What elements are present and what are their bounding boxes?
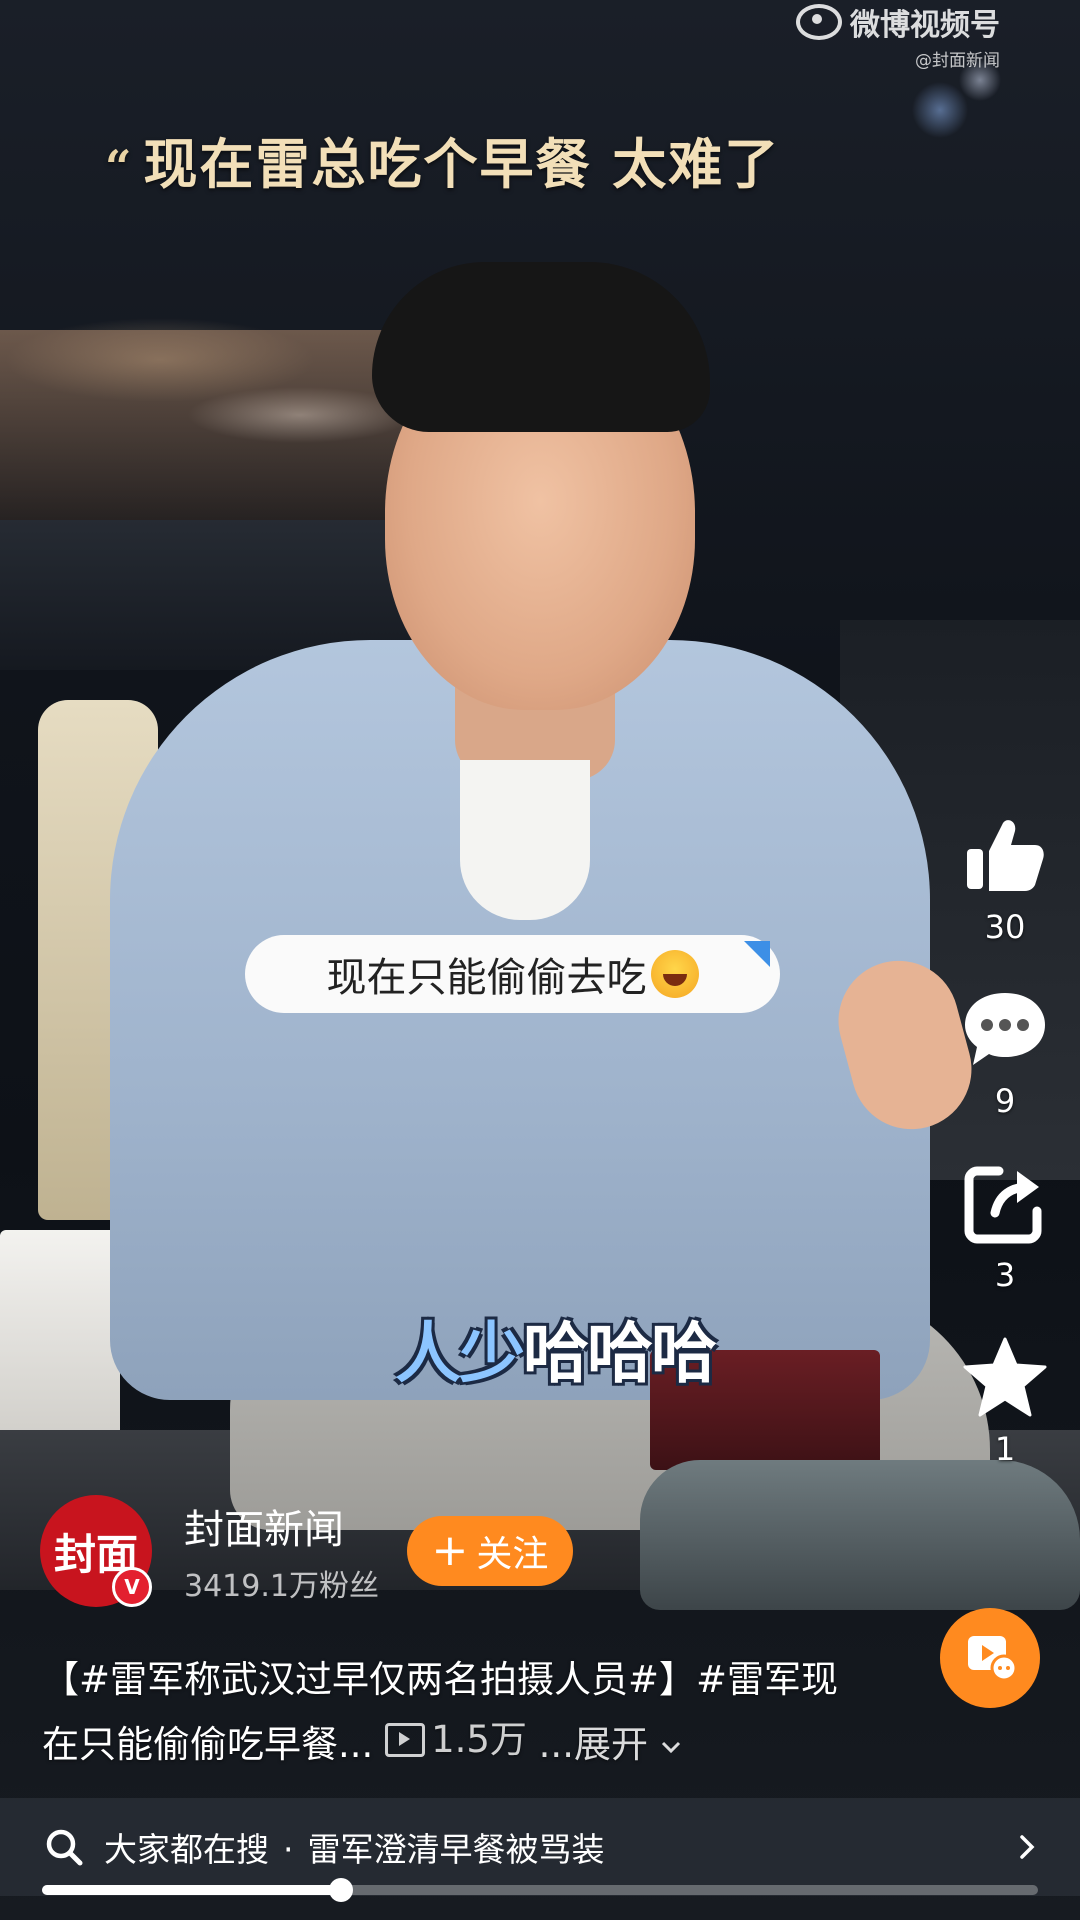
weibo-logo: 微博视频号 bbox=[796, 0, 1000, 44]
laughing-emoji-icon bbox=[650, 950, 699, 998]
person-hair bbox=[372, 262, 710, 432]
bubble-corner-mark bbox=[744, 941, 770, 967]
caption-highlight: 人少 bbox=[395, 1315, 525, 1392]
comment-count: 9 bbox=[994, 1082, 1016, 1120]
progress-fill bbox=[42, 1885, 341, 1895]
search-separator: · bbox=[283, 1830, 294, 1869]
caption-text: 哈哈哈 bbox=[523, 1315, 717, 1392]
expand-link[interactable]: ...展开 bbox=[539, 1723, 682, 1766]
video-progress-bar[interactable] bbox=[42, 1878, 1038, 1902]
author-row: 封面 V 封面新闻 3419.1万粉丝 + 关注 bbox=[40, 1495, 573, 1607]
comment-button[interactable]: 9 bbox=[950, 984, 1060, 1120]
like-button[interactable]: 30 bbox=[950, 810, 1060, 946]
paper-bag bbox=[0, 1230, 120, 1450]
thumbs-up-icon bbox=[960, 810, 1050, 900]
watermark-source: @封面新闻 bbox=[915, 51, 1000, 71]
verified-badge: V bbox=[112, 1567, 152, 1607]
video-record-button[interactable] bbox=[940, 1608, 1040, 1708]
search-query: 雷军澄清早餐被骂装 bbox=[307, 1830, 605, 1869]
share-arrow-icon bbox=[960, 1158, 1050, 1248]
video-record-icon bbox=[962, 1628, 1018, 1688]
chat-bubble-icon bbox=[960, 984, 1050, 1074]
trending-search-bar[interactable]: 大家都在搜 · 雷军澄清早餐被骂装 bbox=[0, 1798, 1080, 1896]
watermark: 微博视频号 @封面新闻 bbox=[796, 0, 1000, 71]
view-count-value: 1.5万 bbox=[431, 1718, 527, 1761]
share-count: 3 bbox=[994, 1256, 1016, 1294]
author-fans: 3419.1万粉丝 bbox=[184, 1569, 379, 1604]
chevron-down-icon bbox=[661, 1741, 680, 1753]
play-count-icon bbox=[385, 1723, 426, 1757]
search-icon bbox=[46, 1829, 83, 1866]
post-description[interactable]: 【#雷军称武汉过早仅两名拍摄人员#】#雷军现在只能偷偷吃早餐... 1.5万 .… bbox=[42, 1650, 842, 1775]
quote-text: 现在雷总吃个早餐 太难了 bbox=[143, 132, 781, 196]
star-icon bbox=[960, 1332, 1050, 1422]
favorite-count: 1 bbox=[994, 1430, 1016, 1468]
expand-label: ...展开 bbox=[538, 1723, 648, 1766]
video-caption: 人少哈哈哈 bbox=[395, 1300, 717, 1396]
search-prefix: 大家都在搜 bbox=[104, 1830, 269, 1869]
avatar[interactable]: 封面 V bbox=[40, 1495, 152, 1607]
progress-handle[interactable] bbox=[328, 1878, 353, 1902]
like-count: 30 bbox=[984, 908, 1026, 946]
share-button[interactable]: 3 bbox=[950, 1158, 1060, 1294]
weibo-eye-icon bbox=[796, 4, 842, 40]
quote-mark: “ bbox=[105, 140, 134, 194]
follow-label: 关注 bbox=[476, 1534, 549, 1575]
favorite-button[interactable]: 1 bbox=[950, 1332, 1060, 1468]
search-text: 大家都在搜 · 雷军澄清早餐被骂装 bbox=[104, 1823, 1014, 1871]
action-column: 30 9 3 1 bbox=[950, 810, 1060, 1506]
danmaku-text: 现在只能偷偷去吃 bbox=[326, 955, 647, 1001]
view-count: 1.5万 bbox=[385, 1710, 527, 1770]
danmaku-bubble[interactable]: 现在只能偷偷去吃 bbox=[245, 935, 780, 1013]
plus-icon: + bbox=[431, 1525, 469, 1576]
background-wall bbox=[0, 330, 420, 530]
author-name[interactable]: 封面新闻 bbox=[184, 1497, 379, 1555]
video-quote-title: “现在雷总吃个早餐 太难了 bbox=[105, 120, 780, 199]
watermark-brand: 微博视频号 bbox=[850, 8, 1000, 43]
chevron-right-icon bbox=[1020, 1835, 1035, 1859]
follow-button[interactable]: + 关注 bbox=[406, 1516, 573, 1586]
author-info: 封面新闻 3419.1万粉丝 bbox=[184, 1497, 379, 1605]
person-shirt bbox=[460, 760, 590, 920]
